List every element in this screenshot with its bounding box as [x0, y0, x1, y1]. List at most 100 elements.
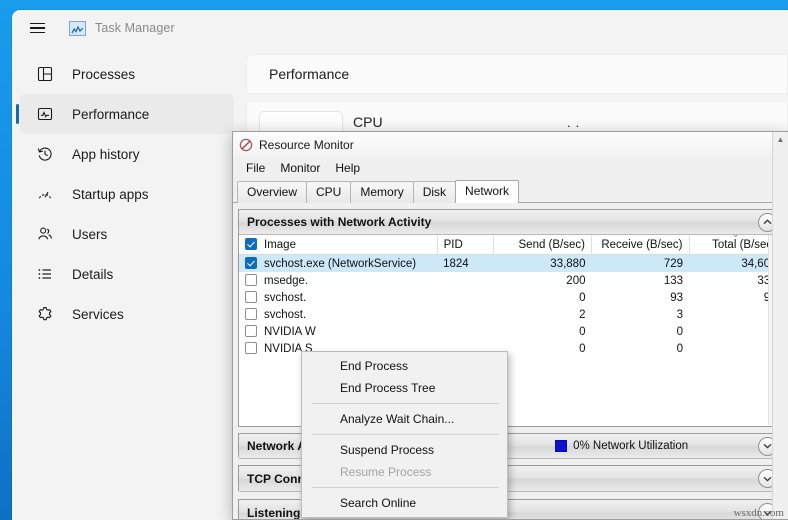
menu-file[interactable]: File [240, 159, 274, 177]
context-menu-separator [312, 487, 499, 488]
cell-receive: 0 [676, 325, 683, 338]
cell-send: 0 [579, 325, 586, 338]
cell-receive: 0 [676, 342, 683, 355]
context-menu-item-analyze-wait-chain[interactable]: Analyze Wait Chain... [302, 408, 507, 430]
cell-image: svchost.exe (NetworkService) [239, 254, 438, 272]
cell-send: 33,880 [493, 254, 592, 272]
cell-send: 0 [579, 291, 586, 304]
sidebar-item-label: Startup apps [72, 186, 149, 202]
row-checkbox[interactable] [245, 325, 257, 337]
context-menu-item-end-process-tree[interactable]: End Process Tree [302, 377, 507, 399]
resource-monitor-titlebar: Resource Monitor [233, 132, 788, 157]
cell-image: NVIDIA W [239, 323, 437, 340]
tab-memory[interactable]: Memory [350, 181, 414, 203]
sidebar-item-app-history[interactable]: App history [20, 134, 234, 174]
sidebar-item-users[interactable]: Users [20, 214, 234, 254]
column-header-receive[interactable]: Receive (B/sec) [591, 235, 690, 255]
cell-receive: 133 [663, 274, 683, 287]
watermark: wsxdn.com [733, 507, 784, 519]
table-header-row: Image PID Send (B/sec) Receive (B/sec) ⌄… [239, 229, 783, 255]
page-title: Performance [269, 66, 350, 82]
context-menu-item-end-process[interactable]: End Process [302, 355, 507, 377]
table-row[interactable]: svchost.exe (NetworkService) 1824 33,880… [239, 254, 783, 272]
table-row[interactable]: NVIDIA W 0 0 1 [239, 323, 783, 340]
cell-image: msedge. [239, 272, 437, 289]
legend-network-utilization: 0% Network Utilization [555, 440, 688, 452]
resource-monitor-tabs: Overview CPU Memory Disk Network [233, 179, 788, 203]
task-manager-title: Task Manager [95, 21, 175, 35]
processes-table-body: svchost.exe (NetworkService) 1824 33,880… [239, 254, 783, 358]
task-manager-titlebar: Task Manager [12, 10, 788, 46]
sort-descending-icon: ⌄ [731, 229, 740, 239]
sidebar-item-label: Details [72, 266, 114, 282]
people-icon [36, 225, 54, 243]
sidebar-item-services[interactable]: Services [20, 294, 234, 334]
cell-pid [437, 272, 494, 289]
select-all-checkbox[interactable] [245, 238, 257, 250]
tab-network[interactable]: Network [455, 180, 520, 203]
process-context-menu: End Process End Process Tree Analyze Wai… [301, 351, 508, 518]
cell-image: svchost. [239, 306, 437, 323]
legend-swatch-blue [555, 440, 568, 452]
row-checkbox[interactable] [245, 291, 257, 303]
row-checkbox[interactable] [245, 274, 257, 286]
panel-title: Processes with Network Activity [247, 215, 432, 229]
row-checkbox[interactable] [245, 308, 257, 320]
cell-pid [437, 289, 494, 306]
resource-monitor-main: Processes with Network Activity Image PI… [233, 203, 788, 519]
menu-monitor[interactable]: Monitor [274, 159, 329, 177]
sidebar-item-label: App history [72, 146, 140, 162]
cell-receive: 3 [676, 308, 683, 321]
scroll-up-icon[interactable]: ▲ [773, 132, 788, 147]
sidebar-item-processes[interactable]: Processes [20, 54, 234, 94]
panel-header: Processes with Network Activity [239, 210, 783, 235]
grid-icon [36, 65, 54, 83]
table-row[interactable]: svchost. 0 93 93 [239, 289, 783, 306]
context-menu-separator [312, 403, 499, 404]
gear-icon [36, 305, 54, 323]
resource-monitor-menubar: File Monitor Help [233, 157, 788, 179]
processes-table: Image PID Send (B/sec) Receive (B/sec) ⌄… [239, 229, 783, 358]
table-row[interactable]: msedge. 200 133 333 [239, 272, 783, 289]
pulse-icon [36, 105, 54, 123]
gauge-icon [36, 185, 54, 203]
tab-disk[interactable]: Disk [412, 181, 457, 203]
performance-header: Performance [246, 54, 788, 94]
sidebar-item-label: Performance [72, 106, 150, 122]
context-menu-item-suspend-process[interactable]: Suspend Process [302, 439, 507, 461]
menu-help[interactable]: Help [329, 159, 369, 177]
tab-overview[interactable]: Overview [237, 181, 308, 203]
resource-monitor-title: Resource Monitor [259, 137, 354, 152]
cell-send: 2 [579, 308, 586, 321]
column-header-send[interactable]: Send (B/sec) [493, 235, 592, 255]
cell-receive: 93 [670, 291, 683, 304]
hamburger-icon[interactable] [22, 13, 52, 43]
cell-send: 200 [566, 274, 586, 287]
row-checkbox[interactable] [245, 257, 257, 269]
resource-monitor-window: Resource Monitor File Monitor Help Overv… [232, 131, 788, 520]
table-row[interactable]: svchost. 2 3 5 [239, 306, 783, 323]
column-header-pid[interactable]: PID [437, 235, 495, 255]
context-menu-item-search-online[interactable]: Search Online [302, 492, 507, 514]
cell-send: 0 [579, 342, 586, 355]
sidebar-item-label: Services [72, 306, 124, 322]
resource-monitor-scrollbar[interactable]: ▲ [772, 132, 788, 519]
sidebar-item-label: Users [72, 226, 108, 242]
column-header-image[interactable]: Image [239, 235, 438, 255]
sidebar-item-details[interactable]: Details [20, 254, 234, 294]
cell-receive: 729 [591, 254, 689, 272]
list-icon [36, 265, 54, 283]
sidebar-item-startup-apps[interactable]: Startup apps [20, 174, 234, 214]
context-menu-separator [312, 434, 499, 435]
no-entry-icon [239, 138, 253, 152]
cell-pid: 1824 [437, 254, 494, 272]
row-checkbox[interactable] [245, 342, 257, 354]
overflow-menu-icon[interactable]: .. [567, 115, 584, 130]
cell-image: svchost. [239, 289, 437, 306]
sidebar-item-performance[interactable]: Performance [16, 94, 234, 134]
task-manager-sidebar: Processes Performance App history Startu… [12, 46, 240, 520]
tab-cpu[interactable]: CPU [306, 181, 352, 203]
cpu-card-label: CPU [353, 114, 383, 130]
chart-icon [69, 20, 86, 36]
cell-pid [437, 306, 494, 323]
